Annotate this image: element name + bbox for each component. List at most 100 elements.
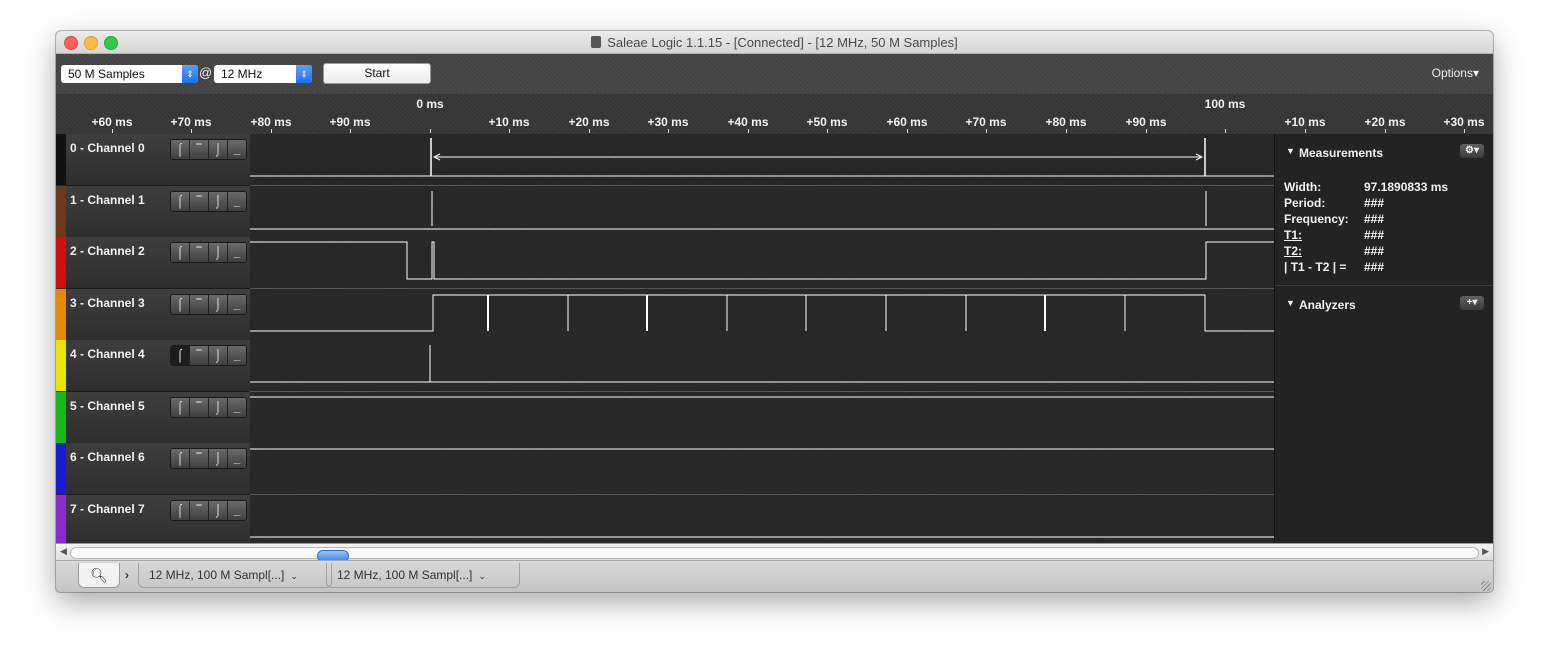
capture-tab-bar: 🔍︎ › 12 MHz, 100 M Sampl[...] ⌄ 12 MHz, 1… [56, 560, 1493, 592]
horizontal-scrollbar[interactable]: ◀ ▶ [56, 543, 1493, 562]
channel-header[interactable]: 5 - Channel 5 ⌠ ‾ ⌡ _ [66, 392, 250, 444]
high-level-icon[interactable]: ‾ [190, 501, 209, 520]
channel-header[interactable]: 6 - Channel 6 ⌠ ‾ ⌡ _ [66, 443, 250, 495]
channel-header[interactable]: 4 - Channel 4 ⌠ ‾ ⌡ _ [66, 340, 250, 392]
low-level-icon[interactable]: _ [228, 243, 246, 262]
falling-edge-icon[interactable]: ⌡ [209, 192, 228, 211]
rising-edge-icon[interactable]: ⌠ [171, 140, 190, 159]
falling-edge-icon[interactable]: ⌡ [209, 449, 228, 468]
ruler-tick-mark [191, 129, 192, 133]
rising-edge-icon[interactable]: ⌠ [171, 398, 190, 417]
falling-edge-icon[interactable]: ⌡ [209, 140, 228, 159]
scroll-right-icon[interactable]: ▶ [1482, 546, 1489, 557]
add-analyzer-icon[interactable]: +▾ [1460, 296, 1484, 310]
low-level-icon[interactable]: _ [228, 192, 246, 211]
channel-color-swatch[interactable] [56, 392, 66, 443]
measurement-row: Period: ### [1284, 196, 1448, 212]
rising-edge-icon[interactable]: ⌠ [171, 243, 190, 262]
measurements-title: Measurements [1299, 146, 1384, 160]
high-level-icon[interactable]: ‾ [190, 243, 209, 262]
rising-edge-icon[interactable]: ⌠ [171, 501, 190, 520]
options-menu[interactable]: Options▾ [1432, 66, 1479, 80]
chevron-down-icon[interactable]: ⌄ [478, 571, 486, 581]
channel-trace[interactable] [250, 495, 1274, 547]
falling-edge-icon[interactable]: ⌡ [209, 398, 228, 417]
high-level-icon[interactable]: ‾ [190, 346, 209, 365]
measurement-value: ### [1364, 260, 1385, 274]
channel-trace[interactable] [250, 186, 1274, 238]
high-level-icon[interactable]: ‾ [190, 140, 209, 159]
rising-edge-icon[interactable]: ⌠ [171, 295, 190, 314]
capture-tab-2[interactable]: 12 MHz, 100 M Sampl[...] ⌄ [326, 563, 520, 588]
falling-edge-icon[interactable]: ⌡ [209, 501, 228, 520]
falling-edge-icon[interactable]: ⌡ [209, 346, 228, 365]
measurement-key: Frequency: [1284, 212, 1349, 226]
measurement-key: | T1 - T2 | = [1284, 260, 1347, 274]
low-level-icon[interactable]: _ [228, 501, 246, 520]
ruler-tick-label: +80 ms [1045, 115, 1087, 129]
channel-color-swatch[interactable] [56, 134, 66, 185]
analyzers-header[interactable]: ▼ Analyzers +▾ [1275, 291, 1493, 319]
ruler-tick-mark [827, 129, 828, 133]
channel-color-swatch[interactable] [56, 443, 66, 494]
channel-label: 2 - Channel 2 [70, 244, 145, 258]
low-level-icon[interactable]: _ [228, 449, 246, 468]
low-level-icon[interactable]: _ [228, 398, 246, 417]
channel-color-swatch[interactable] [56, 495, 66, 546]
rising-edge-icon[interactable]: ⌠ [171, 346, 190, 365]
channel-color-swatch[interactable] [56, 186, 66, 237]
search-tab[interactable]: 🔍︎ [78, 563, 120, 588]
high-level-icon[interactable]: ‾ [190, 295, 209, 314]
capture-tab-label: 12 MHz, 100 M Sampl[...] [337, 568, 473, 582]
channel-color-swatch[interactable] [56, 237, 66, 288]
waveform-4 [250, 345, 1274, 383]
channel-trace[interactable] [250, 443, 1274, 495]
sample-rate-select[interactable]: 12 MHz ⇕ [214, 65, 312, 83]
channel-trace[interactable] [250, 289, 1274, 341]
ruler-tick-mark [509, 129, 510, 133]
ruler-tick-mark [430, 129, 431, 133]
measurements-header[interactable]: ▼ Measurements ⚙▾ [1275, 139, 1493, 167]
waveform-6 [250, 448, 1274, 450]
time-ruler[interactable]: 0 ms 100 ms +60 ms +70 ms +80 ms +90 ms … [56, 94, 1493, 134]
channel-trace[interactable] [250, 392, 1274, 444]
channel-list: 0 - Channel 0 ⌠ ‾ ⌡ _ 1 - Channel 1 ⌠ ‾ … [56, 134, 1274, 547]
more-tabs-icon[interactable]: › [120, 563, 134, 587]
channel-header[interactable]: 0 - Channel 0 ⌠ ‾ ⌡ _ [66, 134, 250, 186]
channel-trace[interactable] [250, 134, 1274, 186]
measurement-value: ### [1364, 196, 1385, 210]
samples-select[interactable]: 50 M Samples ⇕ [61, 65, 198, 83]
t1-link[interactable]: T1: [1284, 228, 1364, 244]
chevron-down-icon[interactable]: ⌄ [290, 571, 298, 581]
ruler-tick-label: +60 ms [91, 115, 133, 129]
high-level-icon[interactable]: ‾ [190, 449, 209, 468]
falling-edge-icon[interactable]: ⌡ [209, 243, 228, 262]
channel-header[interactable]: 2 - Channel 2 ⌠ ‾ ⌡ _ [66, 237, 250, 289]
high-level-icon[interactable]: ‾ [190, 398, 209, 417]
scroll-track[interactable] [70, 547, 1479, 562]
capture-tab-1[interactable]: 12 MHz, 100 M Sampl[...] ⌄ [138, 563, 332, 588]
window-title: Saleae Logic 1.1.15 - [Connected] - [12 … [56, 35, 1493, 50]
rising-edge-icon[interactable]: ⌠ [171, 192, 190, 211]
scroll-left-icon[interactable]: ◀ [60, 546, 67, 557]
resize-grip-icon[interactable] [1481, 581, 1491, 591]
low-level-icon[interactable]: _ [228, 346, 246, 365]
channel-trace[interactable] [250, 237, 1274, 289]
channel-color-swatch[interactable] [56, 289, 66, 340]
ruler-tick-mark [350, 129, 351, 133]
t2-link[interactable]: T2: [1284, 244, 1364, 260]
channel-header[interactable]: 7 - Channel 7 ⌠ ‾ ⌡ _ [66, 495, 250, 547]
channel-header[interactable]: 1 - Channel 1 ⌠ ‾ ⌡ _ [66, 186, 250, 238]
high-level-icon[interactable]: ‾ [190, 192, 209, 211]
low-level-icon[interactable]: _ [228, 295, 246, 314]
channel-color-swatch[interactable] [56, 340, 66, 391]
gear-icon[interactable]: ⚙▾ [1460, 144, 1484, 158]
start-button[interactable]: Start [323, 63, 431, 84]
low-level-icon[interactable]: _ [228, 140, 246, 159]
disclosure-triangle-icon: ▼ [1286, 298, 1295, 308]
channel-header[interactable]: 3 - Channel 3 ⌠ ‾ ⌡ _ [66, 289, 250, 341]
channel-trace[interactable] [250, 340, 1274, 392]
rising-edge-icon[interactable]: ⌠ [171, 449, 190, 468]
falling-edge-icon[interactable]: ⌡ [209, 295, 228, 314]
measurement-row: Frequency: ### [1284, 212, 1448, 228]
